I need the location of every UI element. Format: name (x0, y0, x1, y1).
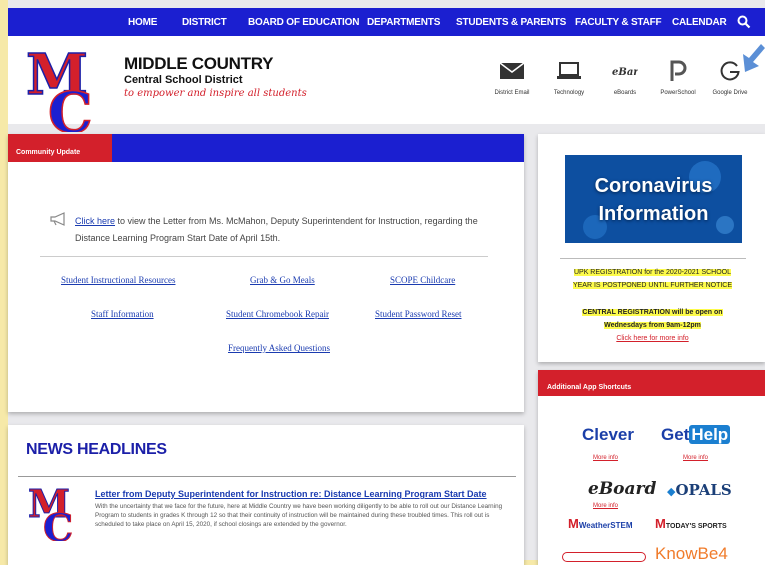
shortcut-label: Google Drive (712, 90, 748, 96)
logo-letter-c: C (43, 505, 73, 541)
upk-notice: UPK REGISTRATION for the 2020-2021 SCHOO… (540, 266, 765, 292)
search-icon[interactable] (737, 15, 751, 29)
news-logo: M C (28, 483, 74, 541)
eboard-icon: eBard (612, 67, 638, 78)
nav-departments[interactable]: DEPARTMENTS (367, 17, 440, 28)
central-registration-link[interactable]: Click here for more info (616, 335, 688, 342)
update-click-here-link[interactable]: Click here (75, 216, 115, 226)
shortcut-district-email[interactable]: District Email (482, 60, 542, 96)
virus-background-icon (583, 161, 734, 239)
gethelp-get: Get (661, 425, 690, 444)
divider (560, 258, 746, 259)
logo-letter-c: C (48, 80, 93, 132)
brand-name: MIDDLE COUNTRY (124, 54, 274, 73)
shortcut-label: Technology (553, 90, 585, 96)
app-tile-partial[interactable] (562, 552, 646, 562)
top-nav: HOME DISTRICT BOARD OF EDUCATION DEPARTM… (8, 8, 765, 36)
megaphone-icon (50, 212, 65, 226)
eboard-logo[interactable]: eBoard (588, 479, 656, 499)
mc-mini-icon: M (655, 516, 666, 531)
shortcut-technology[interactable]: Technology (539, 60, 599, 96)
community-update-bar: Community Update (8, 134, 524, 162)
envelope-icon (499, 62, 525, 79)
upk-line1: UPK REGISTRATION for the 2020-2021 SCHOO… (573, 269, 732, 276)
app-shortcuts-header: Additional App Shortcuts (538, 370, 765, 396)
central-line2: Wednesdays from 9am-12pm (604, 322, 701, 329)
opals-label: OPALS (675, 481, 732, 499)
todays-sports-logo[interactable]: MTODAY'S SPORTS (655, 516, 727, 531)
link-scope-childcare[interactable]: SCOPE Childcare (390, 275, 455, 285)
clever-logo[interactable]: Clever (582, 425, 634, 445)
site-header: M C MIDDLE COUNTRY Central School Distri… (8, 36, 765, 132)
coronavirus-banner[interactable]: Coronavirus Information (565, 155, 742, 243)
eboard-mark: eBard (612, 67, 638, 78)
update-message: Click here to view the Letter from Ms. M… (75, 213, 495, 247)
brand-subtitle: Central School District (124, 74, 243, 86)
gethelp-more-info-link[interactable]: More info (683, 455, 708, 461)
laptop-icon (557, 62, 581, 79)
nav-home[interactable]: HOME (128, 17, 157, 28)
knowbe4-logo[interactable]: KnowBe4 (655, 544, 728, 564)
gethelp-logo[interactable]: Get Help (661, 425, 731, 445)
news-headlines-title: NEWS HEADLINES (26, 441, 167, 458)
pointer-arrow-icon (743, 44, 765, 72)
link-student-instructional-resources[interactable]: Student Instructional Resources (61, 275, 175, 285)
nav-faculty-staff[interactable]: FACULTY & STAFF (575, 17, 662, 28)
divider (40, 256, 488, 257)
shortcut-label: District Email (494, 90, 530, 96)
upk-line2: YEAR IS POSTPONED UNTIL FURTHER NOTICE (572, 282, 733, 289)
opals-logo[interactable]: ◆OPALS (667, 481, 732, 499)
gethelp-help: Help (689, 425, 731, 444)
central-registration-notice: CENTRAL REGISTRATION will be open on Wed… (540, 306, 765, 345)
mc-mini-icon: M (568, 516, 579, 531)
shortcut-label: eBoards (613, 90, 637, 96)
news-headline-link[interactable]: Letter from Deputy Superintendent for In… (95, 489, 487, 499)
brand-tagline: to empower and inspire all students (124, 88, 307, 99)
district-logo[interactable]: M C (26, 44, 104, 132)
eboard-more-info-link[interactable]: More info (593, 503, 618, 509)
weatherstem-logo[interactable]: MWeatherSTEM (568, 516, 632, 531)
nav-calendar[interactable]: CALENDAR (672, 17, 727, 28)
central-line1: CENTRAL REGISTRATION will be open on (582, 309, 723, 316)
brand-block: MIDDLE COUNTRY Central School District t… (124, 54, 307, 99)
nav-students-parents[interactable]: STUDENTS & PARENTS (456, 17, 566, 28)
link-grab-go-meals[interactable]: Grab & Go Meals (250, 275, 315, 285)
weatherstem-label: WeatherSTEM (578, 521, 633, 530)
link-frequently-asked-questions[interactable]: Frequently Asked Questions (228, 343, 330, 353)
news-body-text: With the uncertainty that we face for th… (95, 503, 503, 528)
nav-district[interactable]: DISTRICT (182, 17, 227, 28)
powerschool-icon (670, 60, 687, 81)
shortcut-eboards[interactable]: eBard eBoards (595, 60, 655, 96)
news-divider (18, 476, 516, 477)
app-shortcuts-card (538, 370, 765, 565)
link-staff-information[interactable]: Staff Information (91, 309, 154, 319)
update-message-text: to view the Letter from Ms. McMahon, Dep… (75, 216, 478, 243)
community-update-card (8, 134, 524, 412)
todays-sports-label: TODAY'S SPORTS (665, 523, 727, 530)
covid-title-line2: Information (598, 203, 709, 225)
link-student-password-reset[interactable]: Student Password Reset (375, 309, 462, 319)
clever-more-info-link[interactable]: More info (593, 455, 618, 461)
shortcut-powerschool[interactable]: PowerSchool (648, 60, 708, 96)
nav-board-of-education[interactable]: BOARD OF EDUCATION (248, 17, 359, 28)
covid-title-line1: Coronavirus (594, 175, 713, 197)
shortcut-label: PowerSchool (660, 90, 696, 96)
link-student-chromebook-repair[interactable]: Student Chromebook Repair (226, 309, 329, 319)
community-update-tab: Community Update (8, 134, 112, 162)
google-icon (720, 61, 740, 81)
